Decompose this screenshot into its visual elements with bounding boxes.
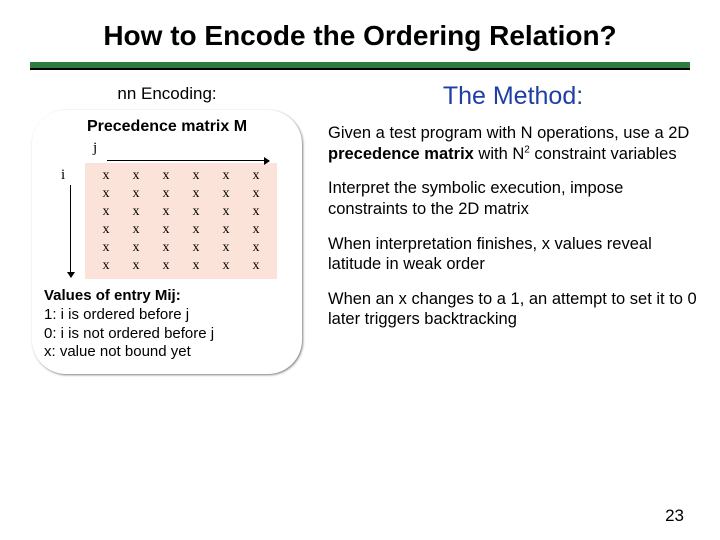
left-column: nn Encoding: Precedence matrix M j i xxx… [22,78,322,374]
page-number: 23 [665,506,684,526]
matrix: j i xxxxxxxxxxxxxxxxxxxxxxxxxxxxxxxxxxxx [57,140,277,279]
matrix-cell: x [158,203,174,221]
values-line-0: 0: i is not ordered before j [44,325,290,344]
matrix-cell: x [128,203,144,221]
matrix-cell: x [128,239,144,257]
matrix-row: xxxxxx [91,185,271,203]
matrix-cell: x [188,221,204,239]
encoding-label: nn Encoding: [22,84,312,104]
matrix-cell: x [158,167,174,185]
values-line-x: x: value not bound yet [44,343,290,362]
matrix-cell: x [248,221,264,239]
matrix-cell: x [128,221,144,239]
matrix-cell: x [98,167,114,185]
matrix-cell: x [98,203,114,221]
right-column: The Method: Given a test program with N … [322,78,698,344]
matrix-cell: x [128,257,144,275]
matrix-cell: x [248,185,264,203]
i-axis-label: i [61,167,85,184]
matrix-cell: x [158,239,174,257]
matrix-cell: x [248,257,264,275]
values-line-1: 1: i is ordered before j [44,306,290,325]
matrix-cell: x [248,203,264,221]
matrix-cell: x [188,257,204,275]
method-paragraph-4: When an x changes to a 1, an attempt to … [328,289,698,330]
values-header: Values of entry Mij: [44,287,290,306]
matrix-cell: x [158,185,174,203]
matrix-cell: x [218,239,234,257]
matrix-body: xxxxxxxxxxxxxxxxxxxxxxxxxxxxxxxxxxxx [85,163,277,279]
right-arrow-icon [107,160,269,161]
matrix-row: xxxxxx [91,221,271,239]
matrix-cell: x [188,167,204,185]
matrix-cell: x [158,221,174,239]
p1-text-d: constraint variables [530,145,677,163]
matrix-cell: x [188,239,204,257]
content-area: nn Encoding: Precedence matrix M j i xxx… [0,70,720,374]
down-arrow-icon [70,185,71,277]
matrix-cell: x [98,185,114,203]
p1-bold: precedence matrix [328,145,474,163]
method-paragraph-2: Interpret the symbolic execution, impose… [328,178,698,219]
p1-text-c: with N [474,145,524,163]
matrix-row: xxxxxx [91,257,271,275]
matrix-cell: x [98,221,114,239]
method-paragraph-3: When interpretation finishes, x values r… [328,234,698,275]
matrix-cell: x [218,221,234,239]
matrix-cell: x [248,167,264,185]
matrix-row: xxxxxx [91,239,271,257]
matrix-cell: x [248,239,264,257]
p1-text-a: Given a test program with N operations, … [328,124,689,142]
matrix-cell: x [128,185,144,203]
matrix-cell: x [218,167,234,185]
slide-title: How to Encode the Ordering Relation? [0,0,720,58]
i-axis: i [57,163,85,279]
matrix-cell: x [98,239,114,257]
matrix-cell: x [158,257,174,275]
j-axis-arrow [107,157,269,163]
matrix-cell: x [128,167,144,185]
matrix-row: xxxxxx [91,167,271,185]
values-legend: Values of entry Mij: 1: i is ordered bef… [44,287,290,362]
j-axis-label: j [93,140,277,157]
title-underline [30,62,690,70]
matrix-cell: x [188,203,204,221]
matrix-cell: x [98,257,114,275]
method-paragraph-1: Given a test program with N operations, … [328,123,698,164]
matrix-row: xxxxxx [91,203,271,221]
matrix-header: Precedence matrix M [44,118,290,136]
slide: How to Encode the Ordering Relation? nn … [0,0,720,540]
matrix-cell: x [218,257,234,275]
matrix-cell: x [218,185,234,203]
method-heading: The Method: [328,82,698,111]
matrix-cell: x [188,185,204,203]
matrix-cell: x [218,203,234,221]
bubble: Precedence matrix M j i xxxxxxxxxxxxxxxx… [32,110,302,374]
